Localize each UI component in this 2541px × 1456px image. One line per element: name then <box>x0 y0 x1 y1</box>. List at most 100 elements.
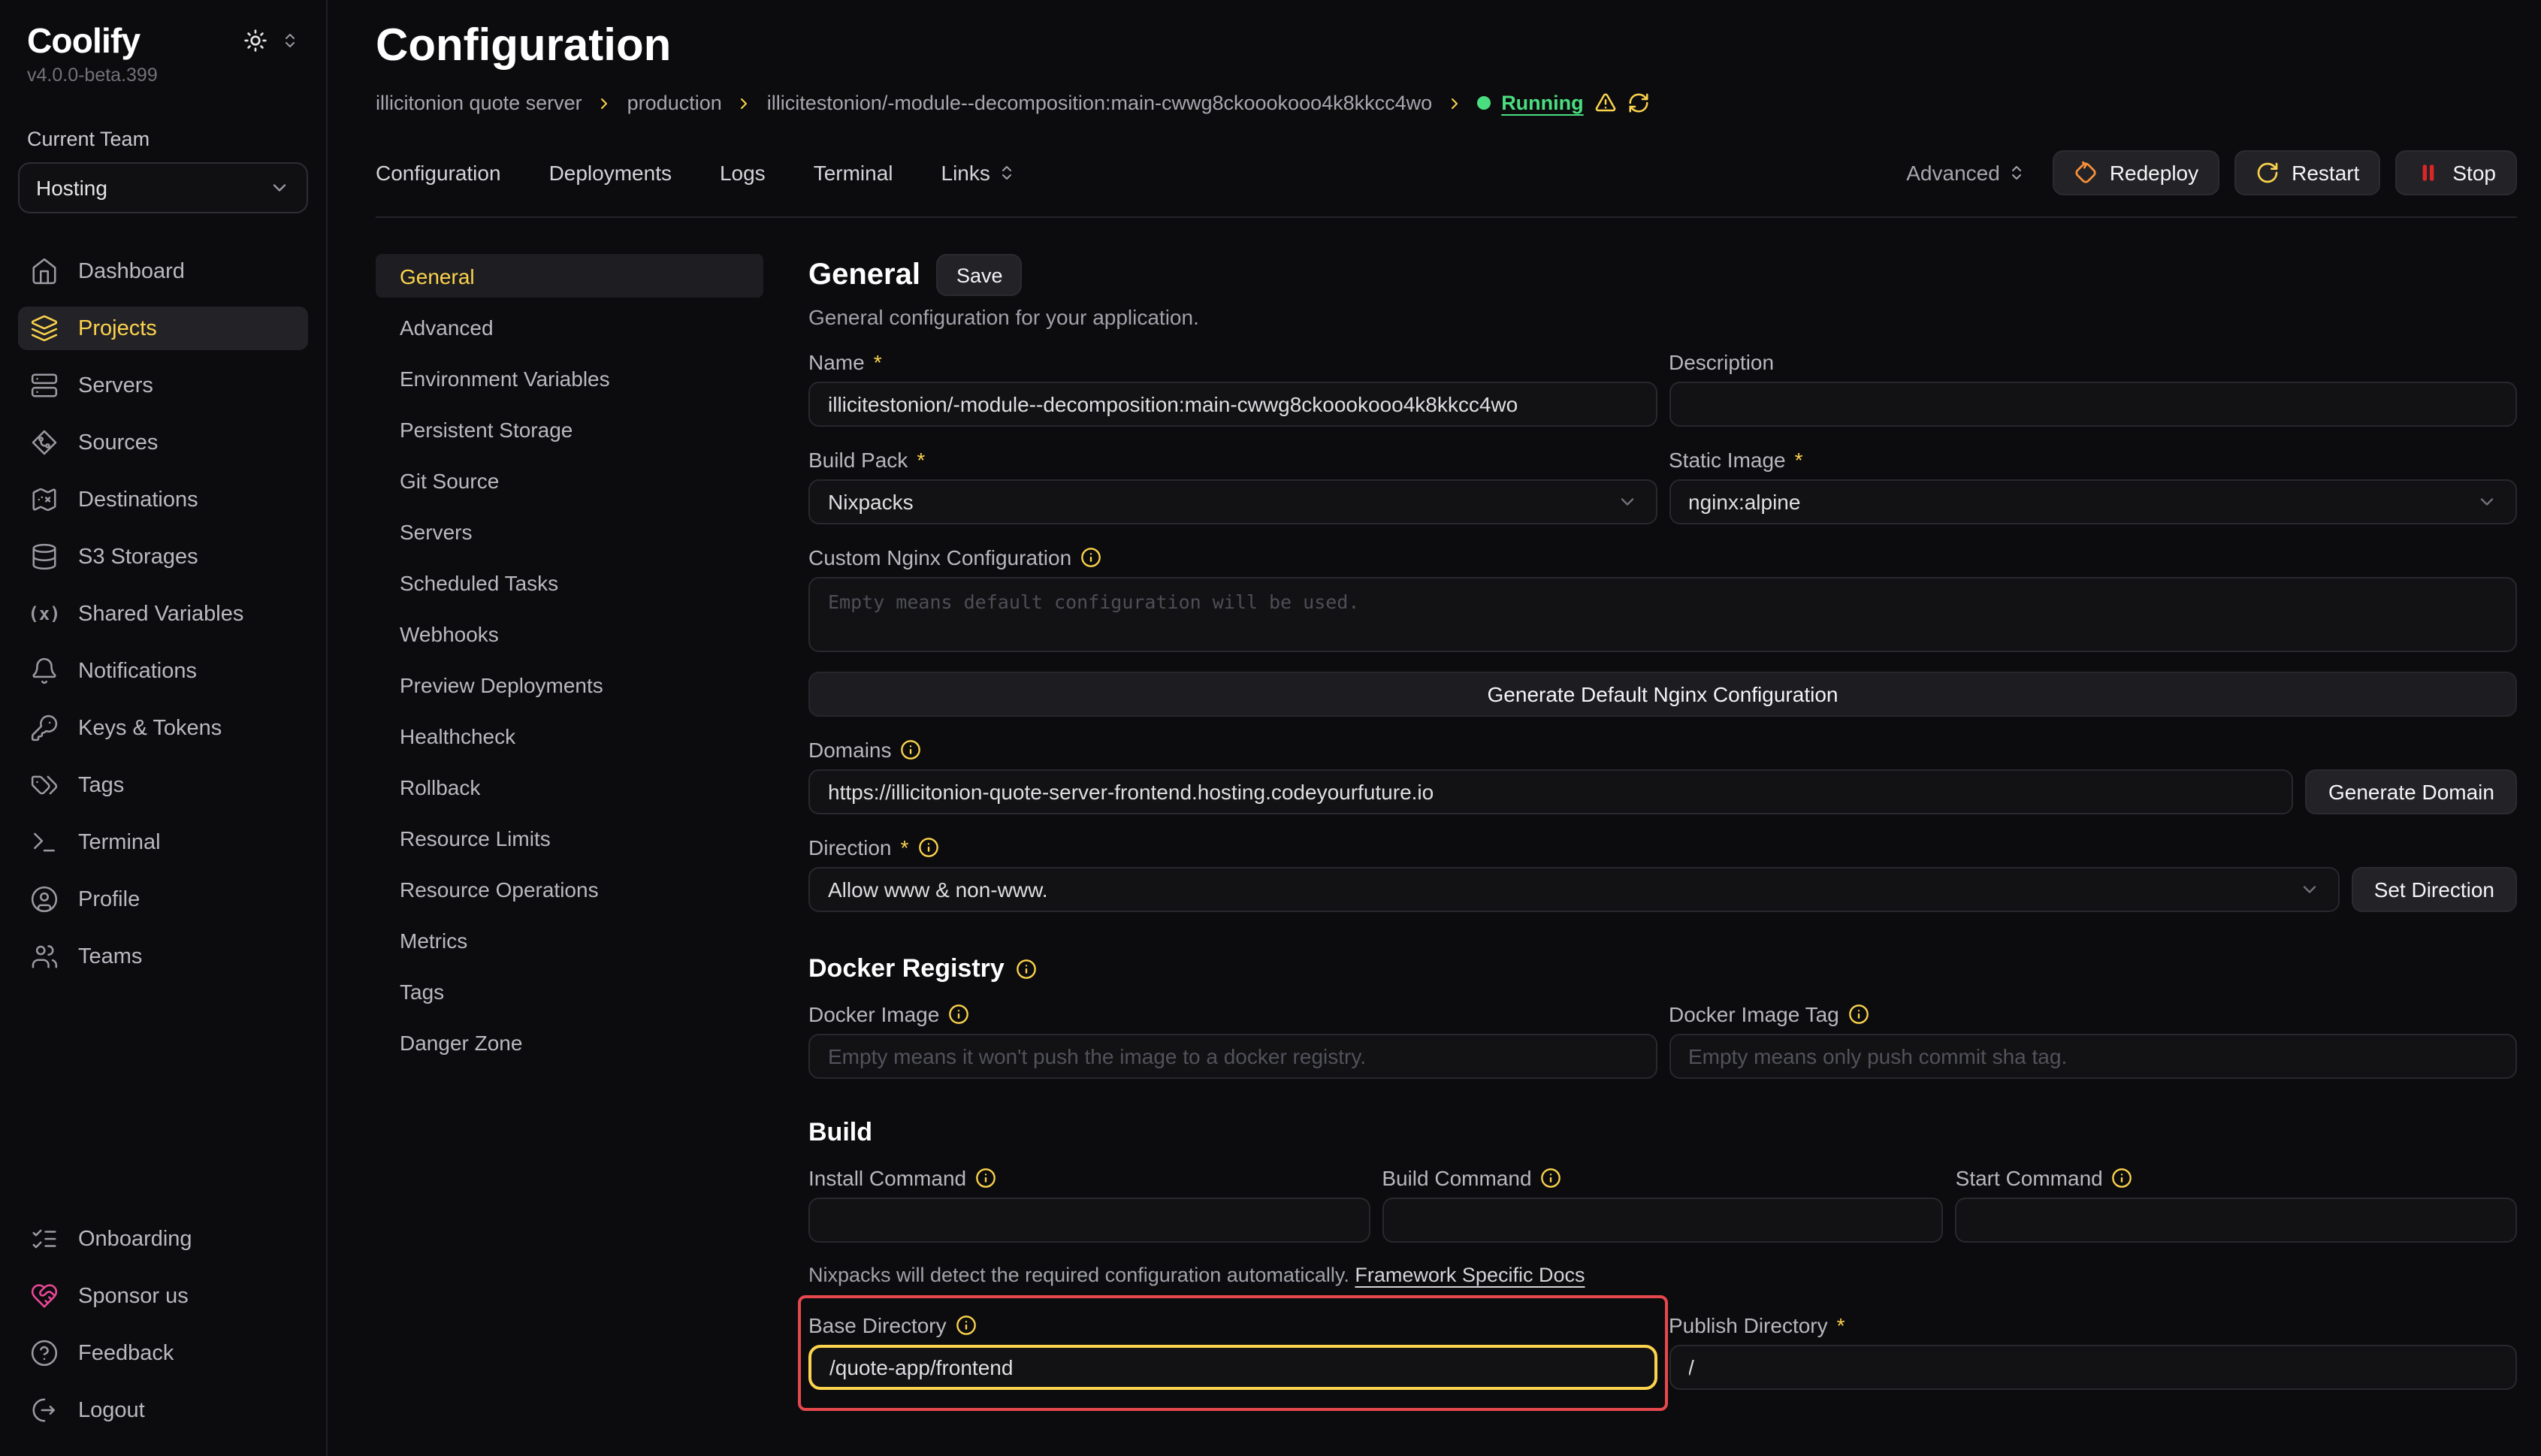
base-directory-input[interactable] <box>808 1345 1657 1390</box>
info-icon[interactable] <box>948 1004 969 1025</box>
config-nav-item-general[interactable]: General <box>376 254 763 298</box>
app-logo: Coolify <box>27 21 140 62</box>
config-nav-item-webhooks[interactable]: Webhooks <box>376 612 763 655</box>
publish-directory-label: Publish Directory* <box>1669 1313 2517 1337</box>
info-icon[interactable] <box>975 1168 996 1189</box>
build-pack-select[interactable]: Nixpacks <box>808 479 1657 524</box>
sidebar-item-servers[interactable]: Servers <box>18 364 308 407</box>
sidebar-item-destinations[interactable]: Destinations <box>18 478 308 521</box>
sidebar-item-sponsor-us[interactable]: Sponsor us <box>18 1274 308 1318</box>
info-icon[interactable] <box>1017 959 1038 980</box>
generate-nginx-button[interactable]: Generate Default Nginx Configuration <box>808 672 2517 717</box>
publish-directory-input[interactable] <box>1669 1345 2517 1390</box>
tab-logs[interactable]: Logs <box>720 161 766 185</box>
team-select[interactable]: Hosting <box>18 162 308 213</box>
sidebar-item-feedback[interactable]: Feedback <box>18 1331 308 1375</box>
section-heading: General <box>808 258 920 292</box>
config-nav-item-persistent-storage[interactable]: Persistent Storage <box>376 407 763 451</box>
tab-deployments[interactable]: Deployments <box>549 161 672 185</box>
custom-nginx-textarea[interactable] <box>808 577 2517 652</box>
info-icon[interactable] <box>917 837 938 858</box>
refresh-status-icon[interactable] <box>1627 92 1650 114</box>
sidebar-item-shared-variables[interactable]: (x)Shared Variables <box>18 592 308 636</box>
sidebar-item-projects[interactable]: Projects <box>18 307 308 350</box>
set-direction-button[interactable]: Set Direction <box>2352 867 2517 912</box>
advanced-dropdown[interactable]: Advanced <box>1906 161 2026 185</box>
tab-configuration[interactable]: Configuration <box>376 161 501 185</box>
config-nav-item-rollback[interactable]: Rollback <box>376 765 763 808</box>
build-command-input[interactable] <box>1382 1198 1943 1243</box>
config-nav-item-servers[interactable]: Servers <box>376 509 763 553</box>
app-window: Coolify v4.0.0-beta.399 Current Team Hos… <box>0 0 2541 1456</box>
breadcrumb-item[interactable]: illicitestonion/-module--decomposition:m… <box>767 92 1432 114</box>
sidebar-item-label: Sources <box>78 430 158 455</box>
status-running-link[interactable]: Running <box>1501 92 1583 114</box>
sidebar-item-label: Sponsor us <box>78 1284 189 1308</box>
sidebar-item-keys-tokens[interactable]: Keys & Tokens <box>18 706 308 750</box>
info-icon[interactable] <box>1080 547 1101 568</box>
sidebar-item-terminal[interactable]: Terminal <box>18 820 308 864</box>
config-nav-item-advanced[interactable]: Advanced <box>376 305 763 349</box>
docker-image-input[interactable] <box>808 1034 1657 1079</box>
config-nav-item-resource-operations[interactable]: Resource Operations <box>376 867 763 911</box>
install-command-label: Install Command <box>808 1166 1370 1190</box>
config-nav-item-healthcheck[interactable]: Healthcheck <box>376 714 763 757</box>
info-icon[interactable] <box>901 739 922 760</box>
sidebar-item-onboarding[interactable]: Onboarding <box>18 1217 308 1261</box>
generate-domain-button[interactable]: Generate Domain <box>2306 769 2517 814</box>
install-command-input[interactable] <box>808 1198 1370 1243</box>
restart-button[interactable]: Restart <box>2234 150 2380 195</box>
sidebar-item-notifications[interactable]: Notifications <box>18 649 308 693</box>
theme-selector-chevrons-icon[interactable] <box>281 32 299 50</box>
direction-select[interactable]: Allow www & non-www. <box>808 867 2340 912</box>
sidebar-item-profile[interactable]: Profile <box>18 878 308 921</box>
description-input[interactable] <box>1669 382 2517 427</box>
section-subtitle: General configuration for your applicati… <box>808 305 2517 329</box>
stop-button[interactable]: Stop <box>2395 150 2517 195</box>
redeploy-button[interactable]: Redeploy <box>2053 150 2219 195</box>
theme-sun-icon[interactable] <box>243 29 267 53</box>
name-label: Name* <box>808 350 1657 374</box>
tabs: Configuration Deployments Logs Terminal Link… <box>376 161 1016 185</box>
config-nav-item-tags[interactable]: Tags <box>376 969 763 1013</box>
config-nav-item-environment-variables[interactable]: Environment Variables <box>376 356 763 400</box>
sidebar-item-sources[interactable]: Sources <box>18 421 308 464</box>
config-nav-item-metrics[interactable]: Metrics <box>376 918 763 962</box>
config-nav-item-preview-deployments[interactable]: Preview Deployments <box>376 663 763 706</box>
framework-docs-link[interactable]: Framework Specific Docs <box>1355 1264 1585 1286</box>
build-command-label: Build Command <box>1382 1166 1943 1190</box>
logo-row: Coolify <box>18 21 308 62</box>
breadcrumb-item[interactable]: production <box>627 92 722 114</box>
breadcrumb-item[interactable]: illicitonion quote server <box>376 92 582 114</box>
restart-icon <box>2255 161 2280 185</box>
docker-image-tag-input[interactable] <box>1669 1034 2517 1079</box>
sidebar-item-label: Logout <box>78 1398 145 1422</box>
chevron-down-icon <box>269 177 290 198</box>
static-image-select[interactable]: nginx:alpine <box>1669 479 2517 524</box>
sidebar-item-s3-storages[interactable]: S3 Storages <box>18 535 308 578</box>
info-icon[interactable] <box>1541 1168 1562 1189</box>
info-icon[interactable] <box>1848 1004 1869 1025</box>
sidebar-item-logout[interactable]: Logout <box>18 1388 308 1432</box>
config-nav-item-danger-zone[interactable]: Danger Zone <box>376 1020 763 1064</box>
sidebar-item-label: Servers <box>78 373 153 397</box>
info-icon[interactable] <box>2112 1168 2133 1189</box>
config-nav-item-scheduled-tasks[interactable]: Scheduled Tasks <box>376 560 763 604</box>
config-nav-item-git-source[interactable]: Git Source <box>376 458 763 502</box>
name-input[interactable] <box>808 382 1657 427</box>
sidebar-item-dashboard[interactable]: Dashboard <box>18 249 308 293</box>
main-area: Configuration illicitonion quote server p… <box>328 0 2541 1456</box>
domains-input[interactable] <box>808 769 2294 814</box>
tab-terminal[interactable]: Terminal <box>814 161 893 185</box>
start-command-input[interactable] <box>1956 1198 2517 1243</box>
warning-icon[interactable] <box>1594 92 1617 114</box>
save-button[interactable]: Save <box>937 254 1023 296</box>
info-icon[interactable] <box>956 1315 977 1336</box>
config-nav-item-resource-limits[interactable]: Resource Limits <box>376 816 763 859</box>
chevron-down-icon <box>2476 491 2497 512</box>
sidebar-item-teams[interactable]: Teams <box>18 935 308 978</box>
sidebar-item-tags[interactable]: Tags <box>18 763 308 807</box>
sidebar-item-label: Destinations <box>78 488 198 512</box>
tab-links[interactable]: Links <box>941 161 1016 185</box>
chevron-right-icon <box>1446 94 1464 112</box>
